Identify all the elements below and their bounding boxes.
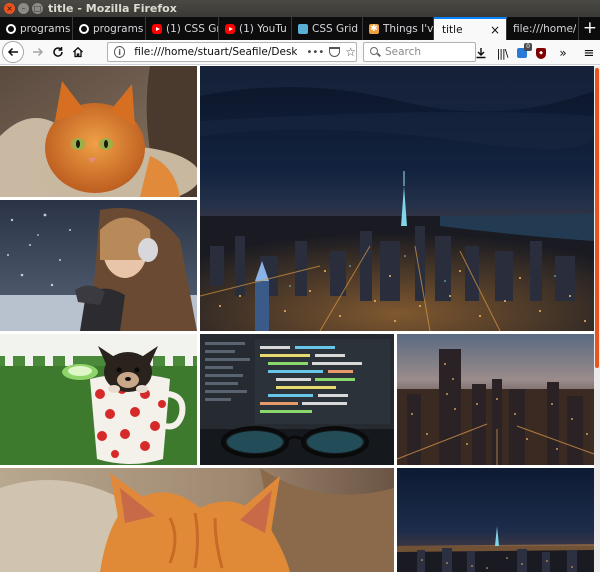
image-grid [0, 66, 594, 572]
code-screen-glasses-photo [200, 334, 394, 465]
tab-youtube[interactable]: (1) YouTu [219, 17, 292, 40]
tab-programs-1[interactable]: programs [0, 17, 73, 40]
page-scrollbar[interactable] [594, 66, 600, 572]
home-button[interactable] [67, 41, 89, 63]
bookmark-star-icon[interactable]: ☆ [345, 45, 356, 59]
puppy-in-mug-photo [0, 334, 197, 465]
scrollbar-thumb[interactable] [595, 68, 599, 368]
window-maximize-button[interactable]: □ [32, 3, 43, 14]
tab-css-grid-layout[interactable]: CSS Grid L [292, 17, 363, 40]
window-minimize-button[interactable]: – [18, 3, 29, 14]
tab-label: title [442, 23, 463, 36]
tab-label: (1) CSS Gri [166, 22, 218, 35]
hamburger-menu-icon[interactable]: ≡ [582, 45, 596, 61]
forward-button[interactable] [27, 41, 49, 63]
github-icon [6, 23, 16, 34]
tab-strip: programs programs (1) CSS Gri (1) YouTu … [0, 17, 600, 40]
close-icon[interactable]: × [490, 23, 500, 37]
library-icon[interactable]: |||\ [494, 45, 510, 61]
url-bar[interactable]: i file:///home/stuart/Seafile/Desktc •••… [107, 42, 357, 62]
url-actions: ••• ☆ [307, 45, 356, 59]
pocket-icon[interactable] [329, 47, 341, 57]
reload-button[interactable] [47, 41, 69, 63]
search-input[interactable] [385, 46, 475, 58]
tab-programs-2[interactable]: programs [73, 17, 146, 40]
window-close-button[interactable]: × [4, 3, 15, 14]
back-button[interactable] [2, 41, 24, 63]
tab-file[interactable]: file:///home/ [507, 17, 579, 40]
tab-label: (1) YouTu [239, 22, 287, 35]
search-bar[interactable] [363, 42, 476, 62]
tab-label: programs [20, 22, 71, 35]
tab-label: CSS Grid L [312, 22, 362, 35]
tab-css-grid-video[interactable]: (1) CSS Gri [146, 17, 219, 40]
chicago-night-photo [397, 334, 594, 465]
github-icon [79, 23, 89, 34]
tab-things-ive[interactable]: ✱ Things I've [363, 17, 434, 40]
arrow-left-icon [7, 47, 18, 57]
reload-icon [53, 47, 63, 57]
info-icon[interactable]: i [114, 46, 126, 58]
orange-cat-closeup-photo [0, 468, 394, 572]
css-tricks-icon [298, 23, 308, 34]
night-city-skyline-photo [200, 66, 594, 331]
new-tab-button[interactable]: + [583, 18, 597, 38]
arrow-right-icon [33, 47, 44, 57]
things-icon: ✱ [369, 23, 379, 34]
tab-label: file:///home/ [513, 22, 577, 35]
tab-title-active[interactable]: title × [434, 17, 507, 40]
tab-label: Things I've [383, 22, 433, 35]
youtube-icon [225, 23, 235, 34]
orange-cat-photo [0, 66, 197, 197]
navigation-toolbar: i file:///home/stuart/Seafile/Desktc •••… [0, 40, 600, 65]
window-title: title - Mozilla Firefox [48, 2, 177, 15]
search-icon [370, 47, 378, 57]
ublock-shield-icon[interactable]: ◆ [533, 45, 549, 61]
youtube-icon [152, 23, 162, 34]
overflow-chevron-icon[interactable]: » [556, 45, 570, 61]
url-text[interactable]: file:///home/stuart/Seafile/Desktc [134, 46, 296, 58]
tab-label: programs [93, 22, 144, 35]
home-icon [73, 46, 83, 58]
extension-badge: 0 [524, 43, 532, 51]
city-skyline-dusk-photo [397, 468, 594, 572]
woman-snow-photo [0, 200, 197, 331]
window-titlebar: × – □ title - Mozilla Firefox [0, 0, 600, 17]
page-actions-icon[interactable]: ••• [307, 47, 325, 58]
download-icon[interactable] [473, 45, 489, 61]
window-controls: × – □ [4, 3, 43, 14]
